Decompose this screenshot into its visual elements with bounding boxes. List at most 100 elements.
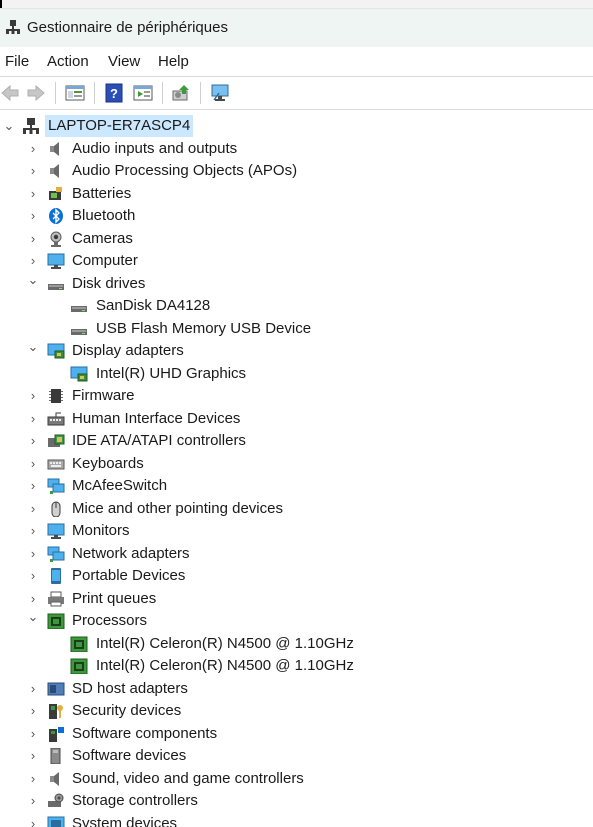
chevron-right-icon[interactable]: › [26,453,40,475]
help-icon[interactable]: ? [104,83,124,103]
update-driver-icon[interactable] [133,83,153,103]
chevron-down-icon[interactable]: ⌄ [26,336,40,358]
tree-device[interactable]: Intel(R) UHD Graphics [0,363,560,385]
chevron-right-icon[interactable]: › [26,768,40,790]
chevron-right-icon[interactable]: › [26,678,40,700]
tree-device[interactable]: Intel(R) Celeron(R) N4500 @ 1.10GHz [0,655,560,677]
forward-arrow-icon[interactable] [26,83,46,103]
speaker-icon [47,771,65,787]
chevron-right-icon[interactable]: › [26,430,40,452]
chevron-right-icon[interactable]: › [26,813,40,827]
back-arrow-icon[interactable] [0,83,20,103]
security-device-icon [47,703,65,719]
tree-category[interactable]: › Software components [0,723,560,745]
tree-category[interactable]: › Print queues [0,588,560,610]
tree-category[interactable]: › Human Interface Devices [0,408,560,430]
tree-category[interactable]: › Sound, video and game controllers [0,768,560,790]
tree-device[interactable]: USB Flash Memory USB Device [0,318,560,340]
tree-category-label: Portable Devices [72,567,186,584]
tree-category-label: Security devices [72,702,182,719]
chevron-right-icon[interactable]: › [26,183,40,205]
tree-category-label: Computer [72,252,138,269]
chevron-right-icon[interactable]: › [26,520,40,542]
tree-category-label: Sound, video and game controllers [72,769,304,787]
chevron-right-icon[interactable]: › [26,228,40,250]
tree-category[interactable]: › Computer [0,250,560,272]
mouse-icon [47,501,65,517]
tree-category-label: Monitors [72,522,130,539]
tree-category[interactable]: › Audio inputs and outputs [0,138,560,160]
chevron-right-icon[interactable]: › [26,700,40,722]
hid-icon [47,411,65,427]
tree-category[interactable]: › Audio Processing Objects (APOs) [0,160,560,182]
tree-device[interactable]: SanDisk DA4128 [0,295,560,317]
chevron-right-icon[interactable]: › [26,138,40,160]
chevron-down-icon[interactable]: ⌄ [26,606,40,628]
speaker-icon [47,141,65,157]
window-title: Gestionnaire de périphériques [27,19,228,36]
tree-category[interactable]: ⌄ Disk drives [0,272,560,295]
chevron-right-icon[interactable]: › [26,475,40,497]
keyboard-icon [47,456,65,472]
disk-drive-icon [70,321,88,337]
chevron-down-icon[interactable]: ⌄ [26,269,40,291]
tree-category[interactable]: ⌄ Display adapters [0,339,560,362]
menu-help[interactable]: Help [158,53,189,70]
scan-hardware-icon[interactable] [171,83,191,103]
software-component-icon [47,726,65,742]
tree-root-computer[interactable]: ⌄ LAPTOP-ER7ASCP4 [0,115,560,137]
chevron-right-icon[interactable]: › [26,160,40,182]
device-manager-app-icon [6,20,20,34]
ide-controller-icon [47,433,65,449]
menu-file[interactable]: File [5,53,29,70]
tree-category[interactable]: › Monitors [0,520,560,542]
tree-category[interactable]: › Portable Devices [0,565,560,587]
tree-category[interactable]: › Network adapters [0,543,560,565]
monitor-view-icon[interactable] [210,83,230,103]
chevron-right-icon[interactable]: › [26,565,40,587]
tree-category[interactable]: › Storage controllers [0,790,560,812]
menu-action[interactable]: Action [47,53,89,70]
tree-category[interactable]: › IDE ATA/ATAPI controllers [0,430,560,452]
tree-category[interactable]: › SD host adapters [0,678,560,700]
chevron-right-icon[interactable]: › [26,723,40,745]
tree-category[interactable]: › System devices [0,813,560,827]
tree-category-label: Bluetooth [72,207,136,224]
tree-category[interactable]: › McAfeeSwitch [0,475,560,497]
chevron-right-icon[interactable]: › [26,790,40,812]
firmware-icon [47,388,65,404]
tree-category[interactable]: › Security devices [0,700,560,722]
tree-category[interactable]: › Batteries [0,183,560,205]
storage-controller-icon [47,793,65,809]
properties-icon[interactable] [65,83,85,103]
tree-category[interactable]: › Firmware [0,385,560,407]
tree-category-label: Batteries [72,184,132,202]
chevron-down-icon[interactable]: ⌄ [2,115,16,137]
tree-category-label: Processors [72,612,148,629]
chevron-right-icon[interactable]: › [26,385,40,407]
tree-category-label: Software components [72,724,218,742]
tree-category[interactable]: › Keyboards [0,453,560,475]
device-tree: ⌄ LAPTOP-ER7ASCP4 › Audio inputs and output… [0,115,593,827]
menu-view[interactable]: View [108,53,140,70]
tree-category[interactable]: ⌄ Processors [0,609,560,632]
chevron-right-icon[interactable]: › [26,543,40,565]
tree-category[interactable]: › Cameras [0,228,560,250]
tree-category-label: Software devices [72,747,187,764]
tree-category-label: Audio Processing Objects (APOs) [72,162,298,179]
chevron-right-icon[interactable]: › [26,205,40,227]
tree-device-label: Intel(R) Celeron(R) N4500 @ 1.10GHz [96,634,354,652]
disk-drive-icon [47,276,65,292]
chevron-right-icon[interactable]: › [26,745,40,767]
tree-category[interactable]: › Software devices [0,745,560,767]
tree-category[interactable]: › Bluetooth [0,205,560,227]
tree-category[interactable]: › Mice and other pointing devices [0,498,560,520]
tree-category-label: Display adapters [72,342,184,359]
tree-device[interactable]: Intel(R) Celeron(R) N4500 @ 1.10GHz [0,633,560,655]
chevron-right-icon[interactable]: › [26,498,40,520]
tree-device-label: Intel(R) Celeron(R) N4500 @ 1.10GHz [96,657,354,674]
tree-category-label: Network adapters [72,544,190,562]
printer-icon [47,591,65,607]
chevron-right-icon[interactable]: › [26,408,40,430]
network-icon [47,546,65,562]
